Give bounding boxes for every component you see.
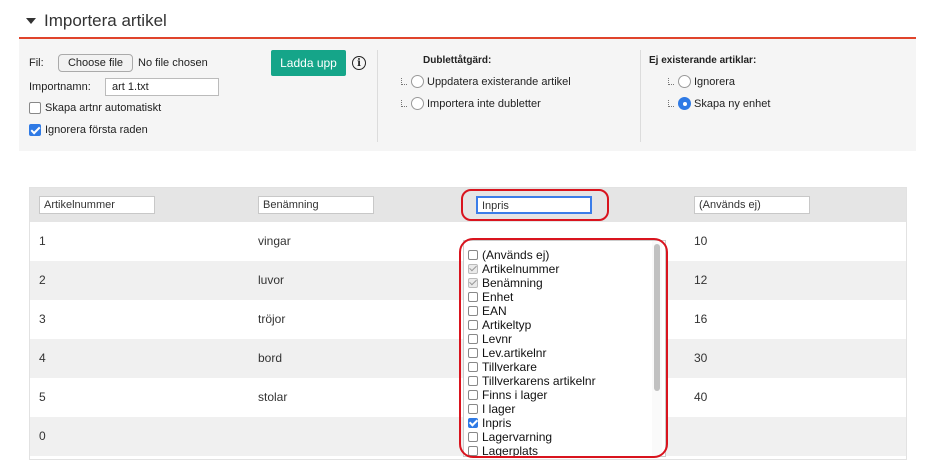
tree-connector <box>668 100 674 107</box>
table-cell: luvor <box>258 273 285 287</box>
info-icon[interactable]: i <box>352 56 366 70</box>
table-cell: 3 <box>39 312 46 326</box>
table-cell: stolar <box>258 390 288 404</box>
auto-artnr-option[interactable]: Skapa artnr automatiskt <box>29 102 161 114</box>
table-cell: 30 <box>694 351 708 365</box>
tree-connector <box>401 100 407 107</box>
duplicate-update-radio[interactable] <box>411 75 424 88</box>
caret-down-icon[interactable] <box>26 18 36 24</box>
column-mapping-select[interactable]: (Används ej) <box>694 196 810 214</box>
duplicate-skip-label: Importera inte dubletter <box>427 97 541 110</box>
table-cell: 10 <box>694 234 708 248</box>
tree-connector <box>668 78 674 85</box>
duplicate-option-update[interactable]: Uppdatera existerande artikel <box>401 75 571 88</box>
non-existing-title: Ej existerande artiklar: <box>649 55 757 66</box>
table-cell: 16 <box>694 312 708 326</box>
section-header[interactable]: Importera artikel <box>26 8 167 34</box>
section-title: Importera artikel <box>44 11 167 30</box>
auto-artnr-label: Skapa artnr automatiskt <box>45 102 162 114</box>
table-cell: 40 <box>694 390 708 404</box>
duplicate-update-label: Uppdatera existerande artikel <box>427 75 571 88</box>
panel-divider <box>377 50 378 142</box>
ignore-first-row-label: Ignorera första raden <box>45 124 148 136</box>
non-existing-create-label: Skapa ny enhet <box>694 97 771 110</box>
column-mapping-select[interactable]: Benämning <box>258 196 374 214</box>
file-status: No file chosen <box>138 57 208 69</box>
choose-file-button[interactable]: Choose file <box>58 54 133 72</box>
importname-input[interactable]: art 1.txt <box>105 78 219 96</box>
importname-label: Importnamn: <box>29 81 91 93</box>
panel-divider <box>640 50 641 142</box>
table-cell: vingar <box>258 234 291 248</box>
duplicate-skip-radio[interactable] <box>411 97 424 110</box>
highlight-annotation <box>459 238 668 458</box>
non-existing-option-ignore[interactable]: Ignorera <box>668 75 735 88</box>
table-cell: 1 <box>39 234 46 248</box>
non-existing-create-radio[interactable] <box>678 97 691 110</box>
tree-connector <box>401 78 407 85</box>
non-existing-option-create[interactable]: Skapa ny enhet <box>668 97 770 110</box>
auto-artnr-checkbox[interactable] <box>29 102 41 114</box>
table-cell: bord <box>258 351 283 365</box>
ignore-first-row-option[interactable]: Ignorera första raden <box>29 124 148 136</box>
table-cell: 2 <box>39 273 46 287</box>
ignore-first-row-checkbox[interactable] <box>29 124 41 136</box>
file-label: Fil: <box>29 57 44 69</box>
duplicates-title: Dublettåtgärd: <box>423 55 492 66</box>
duplicate-option-skip[interactable]: Importera inte dubletter <box>401 97 541 110</box>
highlight-annotation <box>461 189 609 221</box>
upload-button[interactable]: Ladda upp <box>271 50 346 76</box>
non-existing-ignore-radio[interactable] <box>678 75 691 88</box>
non-existing-ignore-label: Ignorera <box>694 75 735 88</box>
table-cell: 0 <box>39 429 46 443</box>
table-cell: 12 <box>694 273 708 287</box>
table-cell: 5 <box>39 390 46 404</box>
column-mapping-select[interactable]: Artikelnummer <box>39 196 155 214</box>
table-cell: tröjor <box>258 312 286 326</box>
table-cell: 4 <box>39 351 46 365</box>
